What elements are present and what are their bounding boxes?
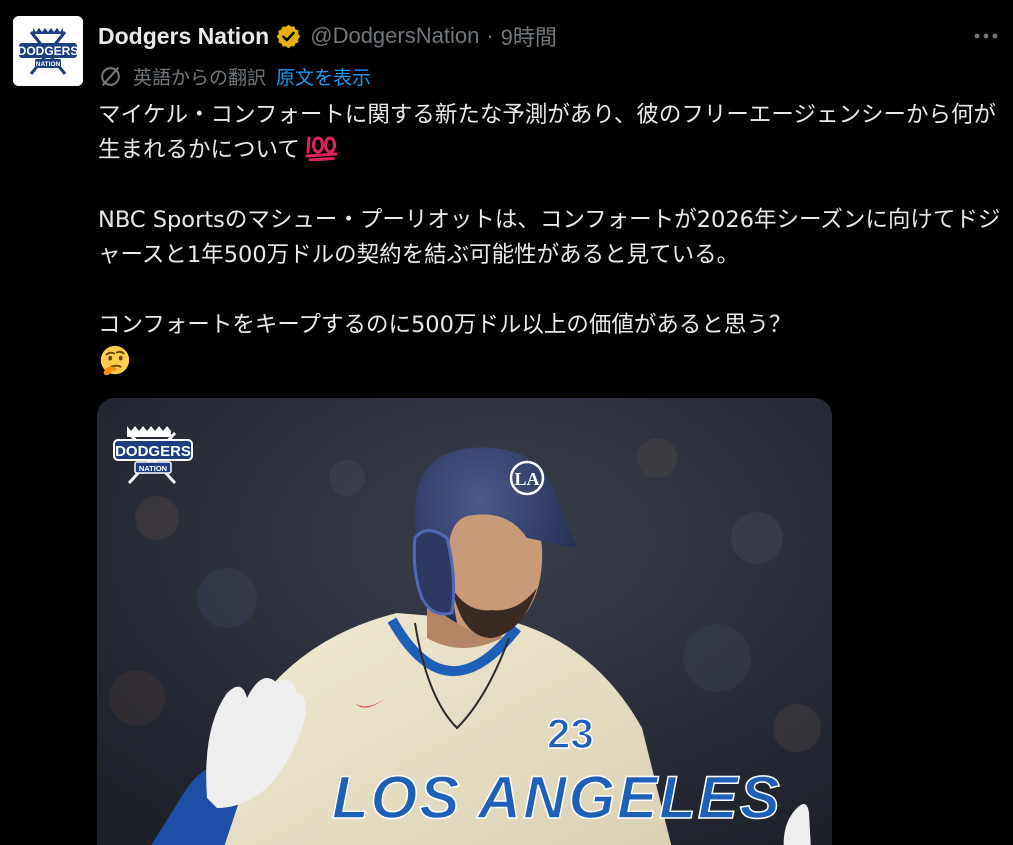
tweet-timestamp[interactable]: 9時間 bbox=[501, 20, 557, 52]
jersey-lettering: LOS ANGELES bbox=[332, 764, 782, 831]
thinking-face-emoji bbox=[100, 345, 130, 375]
helmet-logo: LA bbox=[514, 469, 539, 489]
separator-dot: · bbox=[486, 23, 494, 48]
tweet-paragraph-1-text: マイケル・コンフォートに関する新たな予測があり、彼のフリーエージェンシーから何が… bbox=[98, 102, 996, 163]
translate-icon bbox=[101, 66, 120, 86]
more-horizontal-icon bbox=[974, 33, 998, 39]
hundred-points-emoji bbox=[305, 136, 338, 161]
player-photo: DODGERS NATION 23 LOS ANGELES LA bbox=[97, 398, 832, 845]
tweet-paragraph-1: マイケル・コンフォートに関する新たな予測があり、彼のフリーエージェンシーから何が… bbox=[98, 98, 1003, 168]
jersey-number: 23 bbox=[547, 710, 594, 757]
svg-text:DODGERS: DODGERS bbox=[18, 44, 79, 58]
tweet-paragraph-3: コンフォートをキープするのに500万ドル以上の価値があると思う？ bbox=[98, 312, 792, 338]
svg-text:NATION: NATION bbox=[139, 464, 167, 473]
more-options-button[interactable] bbox=[971, 22, 1001, 50]
translation-label: 英語からの翻訳 bbox=[133, 66, 267, 89]
svg-text:NATION: NATION bbox=[36, 61, 61, 68]
svg-text:DODGERS: DODGERS bbox=[115, 443, 191, 460]
tweet[interactable]: DODGERS NATION Dodgers Nation @DodgersNa… bbox=[0, 0, 1013, 845]
author-avatar[interactable]: DODGERS NATION bbox=[13, 16, 83, 86]
tweet-text: マイケル・コンフォートに関する新たな予測があり、彼のフリーエージェンシーから何が… bbox=[98, 98, 1003, 378]
translation-row: 英語からの翻訳 原文を表示 bbox=[98, 60, 371, 92]
author-name[interactable]: Dodgers Nation bbox=[98, 23, 269, 50]
tweet-header: Dodgers Nation @DodgersNation · 9時間 bbox=[98, 20, 557, 52]
thinking-emoji-line bbox=[98, 343, 1003, 378]
dodgers-nation-logo-icon: DODGERS NATION bbox=[13, 16, 83, 86]
verified-badge-icon[interactable] bbox=[275, 23, 302, 50]
author-handle[interactable]: @DodgersNation bbox=[310, 23, 479, 49]
show-original-link[interactable]: 原文を表示 bbox=[276, 63, 371, 90]
tweet-media-image[interactable]: DODGERS NATION 23 LOS ANGELES LA bbox=[97, 398, 832, 845]
tweet-paragraph-2: NBC Sportsのマシュー・プーリオットは、コンフォートが2026年シーズン… bbox=[98, 207, 1001, 268]
